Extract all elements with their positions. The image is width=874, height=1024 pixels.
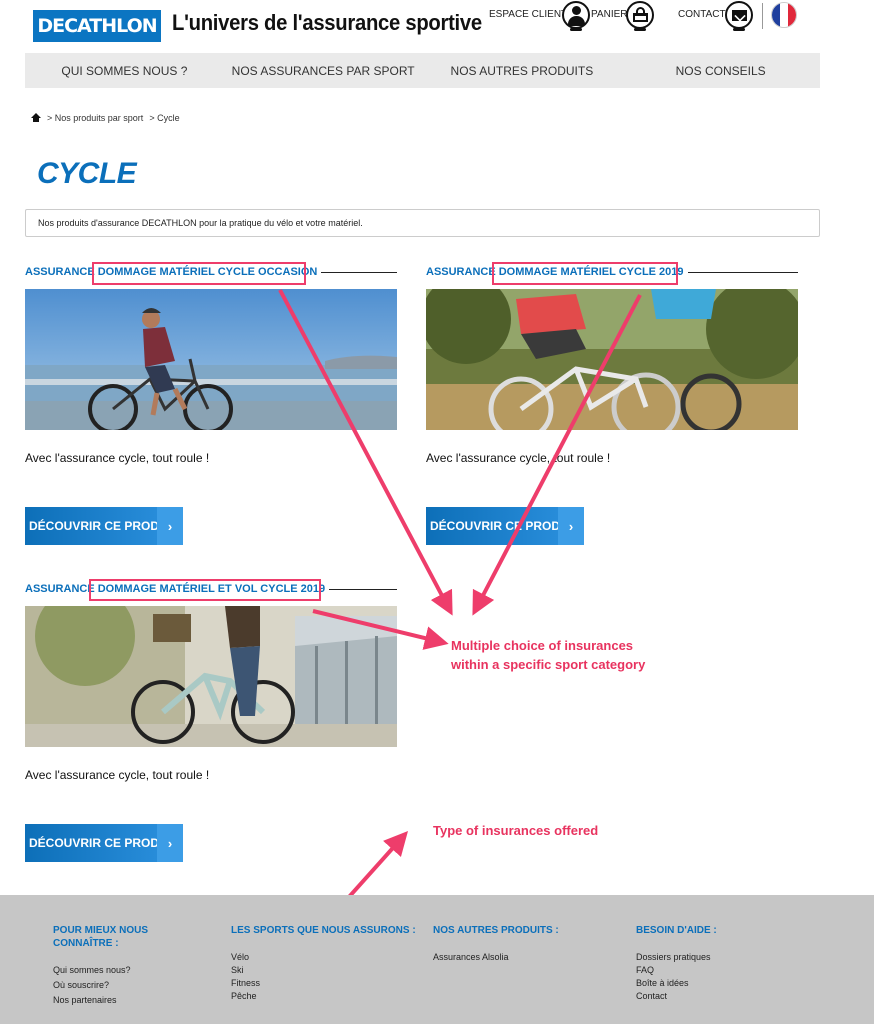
user-icon[interactable] [562, 1, 590, 31]
breadcrumb-produits[interactable]: > Nos produits par sport [47, 113, 143, 123]
footer-heading: POUR MIEUX NOUS CONNAÎTRE : [53, 925, 149, 949]
footer: POUR MIEUX NOUS CONNAÎTRE : Qui sommes no… [0, 895, 874, 1024]
footer-col-sports: LES SPORTS QUE NOUS ASSURONS : Vélo Ski … [231, 924, 416, 1003]
nav-qui-sommes-nous[interactable]: QUI SOMMES NOUS ? [25, 53, 224, 88]
highlight-box-vol-2019 [89, 579, 321, 601]
heading-rule [687, 271, 798, 273]
footer-link-ski[interactable]: Ski [231, 964, 416, 977]
product-image-cyclist-seaside[interactable] [25, 289, 397, 430]
chevron-right-icon: › [558, 507, 584, 545]
heading-rule [329, 588, 397, 590]
breadcrumb: > Nos produits par sport > Cycle [31, 113, 180, 123]
decouvrir-button-2019[interactable]: DÉCOUVRIR CE PRODUIT › [426, 507, 584, 545]
home-icon[interactable] [31, 113, 41, 123]
footer-col-help: BESOIN D'AIDE : Dossiers pratiques FAQ B… [636, 924, 717, 1003]
product-image-city-bike[interactable] [25, 606, 397, 747]
footer-link[interactable]: Contact [636, 990, 717, 1003]
footer-link-velo[interactable]: Vélo [231, 951, 416, 964]
footer-link[interactable]: Nos partenaires [53, 994, 148, 1007]
footer-link[interactable]: Boîte à idées [636, 977, 717, 990]
main-nav: QUI SOMMES NOUS ? NOS ASSURANCES PAR SPO… [25, 53, 820, 88]
decouvrir-button-occasion[interactable]: DÉCOUVRIR CE PRODUIT › [25, 507, 183, 545]
footer-col-products: NOS AUTRES PRODUITS : Assurances Alsolia [433, 924, 559, 964]
highlight-box-2019 [492, 262, 678, 285]
decathlon-logo[interactable]: DECATHLON [33, 10, 161, 42]
breadcrumb-cycle[interactable]: > Cycle [149, 113, 179, 123]
espace-client-link[interactable]: ESPACE CLIENT [489, 9, 567, 20]
chevron-right-icon: › [157, 507, 183, 545]
product-image-mountain-bikers[interactable] [426, 289, 798, 430]
intro-text: Nos produits d'assurance DECATHLON pour … [25, 209, 820, 237]
product-card-occasion: ASSURANCE DOMMAGE MATÉRIEL CYCLE OCCASIO… [25, 263, 397, 545]
footer-heading: BESOIN D'AIDE : [636, 925, 717, 936]
decouvrir-button-vol-2019[interactable]: DÉCOUVRIR CE PRODUIT › [25, 824, 183, 862]
footer-link[interactable]: Assurances Alsolia [433, 951, 559, 964]
product-description: Avec l'assurance cycle, tout roule ! [426, 451, 611, 465]
footer-link-fitness[interactable]: Fitness [231, 977, 416, 990]
product-card-2019: ASSURANCE DOMMAGE MATÉRIEL CYCLE 2019 Av… [426, 263, 798, 545]
footer-link-peche[interactable]: Pêche [231, 990, 416, 1003]
footer-col-about: POUR MIEUX NOUS CONNAÎTRE : Qui sommes no… [53, 924, 148, 1007]
header-divider [762, 3, 763, 29]
contact-link[interactable]: CONTACT [678, 9, 726, 20]
page-title: CYCLE [37, 157, 137, 190]
nav-conseils[interactable]: NOS CONSEILS [621, 53, 820, 88]
product-description: Avec l'assurance cycle, tout roule ! [25, 451, 210, 465]
footer-link[interactable]: Où souscrire? [53, 979, 148, 992]
site-title: L'univers de l'assurance sportive [172, 10, 482, 35]
chevron-right-icon: › [157, 824, 183, 862]
heading-rule [321, 271, 397, 273]
footer-link[interactable]: Dossiers pratiques [636, 951, 717, 964]
nav-autres-produits[interactable]: NOS AUTRES PRODUITS [423, 53, 622, 88]
footer-heading: LES SPORTS QUE NOUS ASSURONS : [231, 925, 416, 936]
annotation-multiple-choice: Multiple choice of insurances within a s… [451, 638, 646, 672]
highlight-box-occasion [92, 262, 306, 285]
annotation-types-offered: Type of insurances offered [433, 823, 599, 838]
product-card-vol-2019: ASSURANCE DOMMAGE MATÉRIEL ET VOL CYCLE … [25, 580, 397, 862]
french-flag-icon[interactable] [771, 2, 797, 28]
nav-assurances-par-sport[interactable]: NOS ASSURANCES PAR SPORT [224, 53, 423, 88]
footer-heading: NOS AUTRES PRODUITS : [433, 925, 559, 936]
panier-link[interactable]: PANIER [591, 9, 628, 20]
product-description: Avec l'assurance cycle, tout roule ! [25, 768, 210, 782]
basket-icon[interactable] [626, 1, 654, 31]
footer-link[interactable]: Qui sommes nous? [53, 964, 148, 977]
mail-icon[interactable] [725, 1, 753, 31]
footer-link[interactable]: FAQ [636, 964, 717, 977]
